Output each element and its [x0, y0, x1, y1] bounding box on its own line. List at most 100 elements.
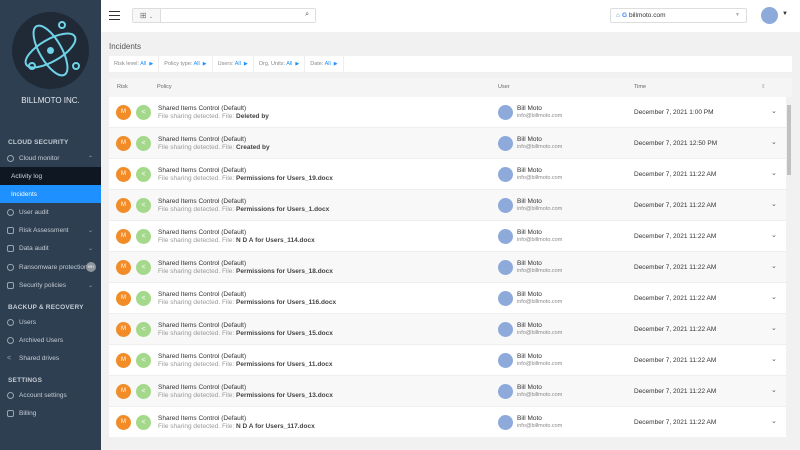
chevron-down-icon[interactable]: ⌄ — [771, 262, 777, 270]
sidebar-item-incidents[interactable]: Incidents — [0, 185, 101, 203]
label: Ransomware protection — [19, 263, 88, 271]
gear-icon — [7, 391, 14, 399]
apps-grid-icon[interactable]: ⊞ ⌄ — [133, 9, 161, 22]
file-name: Permissions for Users_18.docx — [236, 268, 333, 275]
table-row[interactable]: M < Shared Items Control (Default) File … — [109, 128, 786, 159]
filter-2[interactable]: Users: All ▶ — [213, 56, 254, 72]
filter-4[interactable]: Date: All ▶ — [305, 56, 344, 72]
database-icon — [7, 244, 14, 252]
search-input[interactable] — [161, 9, 315, 22]
user-name: Bill Moto — [517, 198, 542, 205]
sidebar-item-activity-log[interactable]: Activity log — [0, 167, 101, 185]
chevron-down-icon[interactable]: ⌄ — [771, 386, 777, 394]
policy-name: Shared Items Control (Default) — [158, 415, 247, 422]
sidebar-item-ransomware-protection[interactable]: Ransomware protection 99+ — [0, 258, 101, 276]
menu-icon[interactable] — [109, 11, 120, 20]
risk-badge: M — [116, 260, 131, 275]
section-backup-recovery: BACKUP & RECOVERY — [8, 304, 84, 311]
scrollbar-thumb[interactable] — [787, 105, 791, 175]
chevron-down-icon[interactable]: ⌄ — [771, 169, 777, 177]
table-row[interactable]: M < Shared Items Control (Default) File … — [109, 97, 786, 128]
user-email: info@billmoto.com — [517, 237, 563, 243]
risk-badge: M — [116, 291, 131, 306]
sidebar-item-shared-drives[interactable]: < Shared drives — [0, 349, 101, 367]
table-row[interactable]: M < Shared Items Control (Default) File … — [109, 283, 786, 314]
file-name: N D A for Users_117.docx — [236, 423, 315, 430]
column-time[interactable]: Time — [634, 78, 646, 97]
chevron-down-icon[interactable]: ⌄ — [771, 138, 777, 146]
incident-time: December 7, 2021 1:00 PM — [634, 109, 714, 116]
filter-0[interactable]: Risk level: All ▶ — [109, 56, 160, 72]
caret-right-icon: ▶ — [295, 61, 300, 67]
policy-name: Shared Items Control (Default) — [158, 229, 247, 236]
sort-icon[interactable]: ⇕ — [761, 78, 766, 97]
file-name: N D A for Users_114.docx — [236, 237, 315, 244]
share-icon: < — [136, 384, 151, 399]
share-icon: < — [136, 322, 151, 337]
sidebar-item-archived-users[interactable]: Archived Users — [0, 331, 101, 349]
desc-text: File sharing detected. File: — [158, 330, 235, 337]
chevron-down-icon[interactable]: ⌄ — [771, 293, 777, 301]
chevron-down-icon[interactable]: ⌄ — [771, 231, 777, 239]
user-name: Bill Moto — [517, 260, 542, 267]
sidebar-item-security-policies[interactable]: Security policies ⌄ — [0, 276, 101, 294]
table-row[interactable]: M < Shared Items Control (Default) File … — [109, 190, 786, 221]
policy-desc: File sharing detected. File: N D A for U… — [158, 423, 315, 430]
search-bar[interactable]: ⊞ ⌄ ⌕ — [132, 8, 316, 23]
filter-value: All — [234, 61, 241, 67]
policy-desc: File sharing detected. File: Permissions… — [158, 392, 333, 399]
sidebar-item-billing[interactable]: Billing — [0, 404, 101, 422]
label: Data audit — [19, 244, 49, 252]
policy-desc: File sharing detected. File: Permissions… — [158, 361, 333, 368]
risk-badge: M — [116, 415, 131, 430]
sidebar-item-users[interactable]: Users — [0, 313, 101, 331]
search-icon[interactable]: ⌕ — [305, 11, 309, 19]
table-row[interactable]: M < Shared Items Control (Default) File … — [109, 376, 786, 407]
sidebar-item-data-audit[interactable]: Data audit ⌄ — [0, 239, 101, 257]
filter-value: All — [193, 61, 200, 67]
chevron-down-icon[interactable]: ⌄ — [771, 417, 777, 425]
filter-1[interactable]: Policy type: All ▶ — [159, 56, 213, 72]
table-row[interactable]: M < Shared Items Control (Default) File … — [109, 221, 786, 252]
incident-time: December 7, 2021 11:22 AM — [634, 171, 717, 178]
scrollbar[interactable] — [786, 97, 792, 437]
policy-desc: File sharing detected. File: Permissions… — [158, 268, 333, 275]
chevron-down-icon[interactable]: ⌄ — [771, 107, 777, 115]
user-avatar[interactable] — [761, 7, 778, 24]
desc-text: File sharing detected. File: — [158, 361, 235, 368]
sidebar-item-account-settings[interactable]: Account settings — [0, 386, 101, 404]
chevron-down-icon[interactable]: ⌄ — [771, 355, 777, 363]
policy-icon — [7, 281, 14, 289]
incident-time: December 7, 2021 11:22 AM — [634, 295, 717, 302]
sidebar-item-cloud-monitor[interactable]: Cloud monitor ⌃ — [0, 149, 101, 167]
policy-desc: File sharing detected. File: Permissions… — [158, 175, 333, 182]
chevron-down-icon[interactable]: ⌄ — [771, 200, 777, 208]
policy-name: Shared Items Control (Default) — [158, 291, 247, 298]
filter-3[interactable]: Org. Units: All ▶ — [254, 56, 306, 72]
table-row[interactable]: M < Shared Items Control (Default) File … — [109, 252, 786, 283]
user-icon — [7, 208, 14, 216]
caret-down-icon[interactable]: ▼ — [782, 11, 788, 17]
user-name: Bill Moto — [517, 384, 542, 391]
policy-name: Shared Items Control (Default) — [158, 353, 247, 360]
column-user[interactable]: User — [498, 78, 510, 97]
column-risk[interactable]: Risk — [117, 78, 128, 97]
chevron-down-icon[interactable]: ⌄ — [771, 324, 777, 332]
column-policy[interactable]: Policy — [157, 78, 172, 97]
policy-name: Shared Items Control (Default) — [158, 105, 247, 112]
policy-desc: File sharing detected. File: Permissions… — [158, 299, 336, 306]
users-icon — [7, 318, 14, 326]
table-row[interactable]: M < Shared Items Control (Default) File … — [109, 159, 786, 190]
table-row[interactable]: M < Shared Items Control (Default) File … — [109, 407, 786, 437]
desc-text: File sharing detected. File: — [158, 237, 235, 244]
label: Incidents — [11, 190, 38, 198]
table-row[interactable]: M < Shared Items Control (Default) File … — [109, 345, 786, 376]
risk-badge: M — [116, 105, 131, 120]
table-row[interactable]: M < Shared Items Control (Default) File … — [109, 314, 786, 345]
sidebar-item-risk-assessment[interactable]: Risk Assessment ⌄ — [0, 221, 101, 239]
google-icon: G — [621, 12, 627, 19]
domain-selector[interactable]: ⌂ Gbillmoto.com ▼ — [610, 8, 747, 23]
share-icon: < — [136, 198, 151, 213]
user-name: Bill Moto — [517, 229, 542, 236]
sidebar-item-user-audit[interactable]: User audit — [0, 203, 101, 221]
